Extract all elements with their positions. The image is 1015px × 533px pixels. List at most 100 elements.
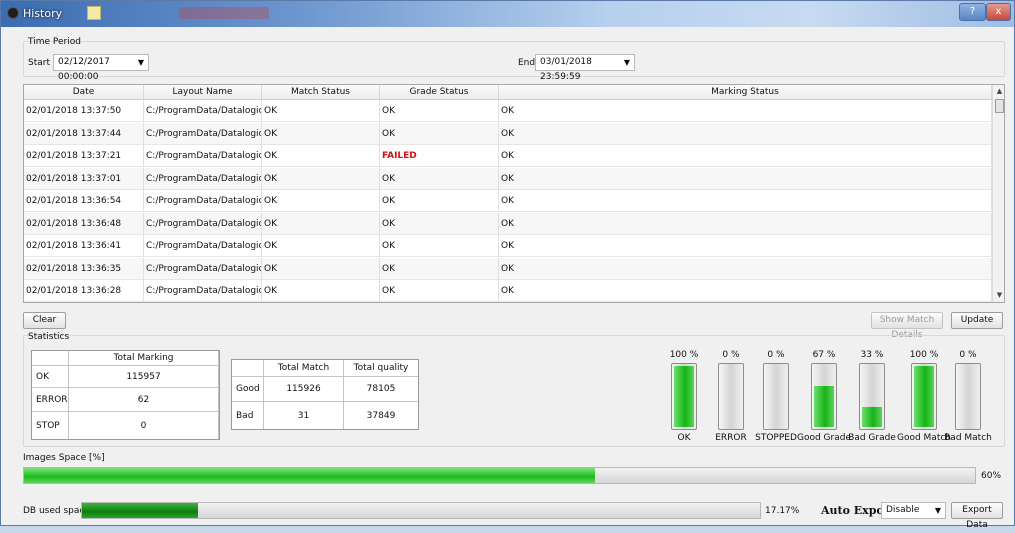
- close-button[interactable]: x: [986, 3, 1011, 21]
- gauge-fill-ok: [674, 366, 694, 427]
- images-space-fill: [24, 468, 595, 483]
- window-title: History: [23, 7, 63, 20]
- cell-layout-name: C:/ProgramData/Datalogic...: [144, 257, 262, 280]
- cell-marking-status: OK: [499, 257, 992, 280]
- cell-grade-status: OK: [380, 280, 499, 302]
- dropdown-arrow-icon: ▼: [137, 58, 144, 67]
- gauge-percent-ok: 100 %: [669, 350, 699, 360]
- scroll-up-icon[interactable]: ▲: [993, 85, 1004, 98]
- cell-date: 02/01/2018 13:36:48: [24, 212, 144, 235]
- show-match-details-button[interactable]: Show Match Details: [871, 312, 943, 340]
- images-space-label: Images Space [%]: [23, 453, 105, 463]
- gauge-percent-error: 0 %: [722, 350, 740, 360]
- cell-grade-status: OK: [380, 167, 499, 190]
- cell-match-status: OK: [262, 257, 380, 280]
- cell-marking-status: OK: [499, 280, 992, 302]
- gauge-ok: [671, 363, 697, 430]
- cell-layout-name: C:/ProgramData/Datalogic...: [144, 280, 262, 302]
- total-quality-header: Total quality: [344, 360, 418, 377]
- cell-date: 02/01/2018 13:36:35: [24, 257, 144, 280]
- scroll-down-icon[interactable]: ▼: [993, 289, 1004, 302]
- table-row[interactable]: 02/01/2018 13:36:48 C:/ProgramData/Datalo…: [24, 212, 992, 235]
- clear-button[interactable]: Clear: [23, 312, 66, 329]
- cell-match-status: OK: [262, 190, 380, 212]
- help-button[interactable]: ?: [959, 3, 986, 21]
- cell-marking-status: OK: [499, 190, 992, 212]
- marking-error-value: 62: [69, 388, 219, 412]
- dropdown-arrow-icon: ▼: [623, 58, 630, 67]
- cell-date: 02/01/2018 13:36:28: [24, 280, 144, 302]
- gauge-good-grade: [811, 363, 837, 430]
- cell-layout-name: C:/ProgramData/Datalogic...: [144, 212, 262, 235]
- scroll-thumb[interactable]: [995, 99, 1004, 113]
- total-match-table: Total Match Total quality Good 115926 78…: [231, 359, 419, 430]
- history-table[interactable]: Date Layout Name Match Status Grade Stat…: [23, 84, 1005, 303]
- start-date-picker[interactable]: 02/12/2017 00:00:00 ▼: [53, 54, 149, 82]
- column-header-grade-status[interactable]: Grade Status: [380, 85, 499, 100]
- gauge-bad-grade: [859, 363, 885, 430]
- cell-layout-name: C:/ProgramData/Datalogic...: [144, 122, 262, 145]
- table-scrollbar[interactable]: ▲ ▼: [992, 85, 1004, 302]
- table-row[interactable]: 02/01/2018 13:36:35 C:/ProgramData/Datalo…: [24, 257, 992, 280]
- cell-match-status: OK: [262, 122, 380, 145]
- cell-match-status: OK: [262, 145, 380, 167]
- cell-marking-status: OK: [499, 212, 992, 235]
- update-button[interactable]: Update: [951, 312, 1003, 329]
- column-header-marking-status[interactable]: Marking Status: [499, 85, 992, 100]
- end-date-value: 03/01/2018 23:59:59: [540, 57, 592, 82]
- db-used-space-empty: [198, 503, 760, 518]
- history-window: History ? x Time Period Start 02/12/2017…: [0, 0, 1015, 530]
- cell-date: 02/01/2018 13:37:44: [24, 122, 144, 145]
- db-used-space-fill: [82, 503, 199, 518]
- title-bar[interactable]: History ? x: [1, 1, 1014, 27]
- column-header-layout-name[interactable]: Layout Name: [144, 85, 262, 100]
- auto-export-select[interactable]: Disable ▼: [881, 502, 946, 519]
- cell-match-status: OK: [262, 167, 380, 190]
- table-row[interactable]: 02/01/2018 13:36:28 C:/ProgramData/Datalo…: [24, 280, 992, 302]
- db-used-space-bar: [81, 502, 761, 519]
- end-date-picker[interactable]: 03/01/2018 23:59:59 ▼: [535, 54, 635, 82]
- marking-stop-label: STOP: [32, 412, 69, 439]
- cell-layout-name: C:/ProgramData/Datalogic...: [144, 167, 262, 190]
- app-icon: [7, 7, 19, 19]
- cell-date: 02/01/2018 13:37:21: [24, 145, 144, 167]
- cell-date: 02/01/2018 13:36:54: [24, 190, 144, 212]
- cell-marking-status: OK: [499, 145, 992, 167]
- corner-cell: [32, 351, 69, 366]
- time-period-group: [23, 41, 1005, 77]
- table-row[interactable]: 02/01/2018 13:36:41 C:/ProgramData/Datalo…: [24, 235, 992, 257]
- export-data-button[interactable]: Export Data: [951, 502, 1003, 530]
- table-row[interactable]: 02/01/2018 13:37:01 C:/ProgramData/Datalo…: [24, 167, 992, 190]
- gauge-bad-match: [955, 363, 981, 430]
- marking-ok-value: 115957: [69, 366, 219, 388]
- total-marking-header: Total Marking: [69, 351, 219, 366]
- table-row[interactable]: 02/01/2018 13:37:44 C:/ProgramData/Datalo…: [24, 122, 992, 145]
- cell-grade-status: FAILED: [380, 145, 499, 167]
- column-header-date[interactable]: Date: [24, 85, 144, 100]
- table-row[interactable]: 02/01/2018 13:37:50 C:/ProgramData/Datalo…: [24, 100, 992, 122]
- cell-layout-name: C:/ProgramData/Datalogic...: [144, 100, 262, 122]
- gauge-percent-good-grade: 67 %: [812, 350, 836, 360]
- cell-grade-status: OK: [380, 235, 499, 257]
- gauge-fill-good-match: [914, 366, 934, 427]
- end-label: End: [518, 58, 536, 68]
- column-header-match-status[interactable]: Match Status: [262, 85, 380, 100]
- gauge-percent-stopped: 0 %: [767, 350, 785, 360]
- cell-date: 02/01/2018 13:36:41: [24, 235, 144, 257]
- images-space-percent: 60%: [981, 471, 1002, 481]
- time-period-label: Time Period: [28, 37, 81, 47]
- good-label: Good: [232, 377, 264, 402]
- cell-match-status: OK: [262, 212, 380, 235]
- cell-layout-name: C:/ProgramData/Datalogic...: [144, 190, 262, 212]
- gauge-label-bad-grade: Bad Grade: [848, 433, 896, 443]
- db-used-space-label: DB used space: [23, 506, 90, 516]
- gauge-fill-bad-grade: [862, 407, 882, 427]
- background-window-icon: [87, 6, 101, 20]
- dropdown-arrow-icon: ▼: [934, 506, 941, 515]
- cell-marking-status: OK: [499, 235, 992, 257]
- table-row[interactable]: 02/01/2018 13:36:54 C:/ProgramData/Datalo…: [24, 190, 992, 212]
- cell-marking-status: OK: [499, 167, 992, 190]
- table-row[interactable]: 02/01/2018 13:37:21 C:/ProgramData/Datalo…: [24, 145, 992, 167]
- bad-match-value: 31: [264, 402, 344, 429]
- cell-grade-status: OK: [380, 190, 499, 212]
